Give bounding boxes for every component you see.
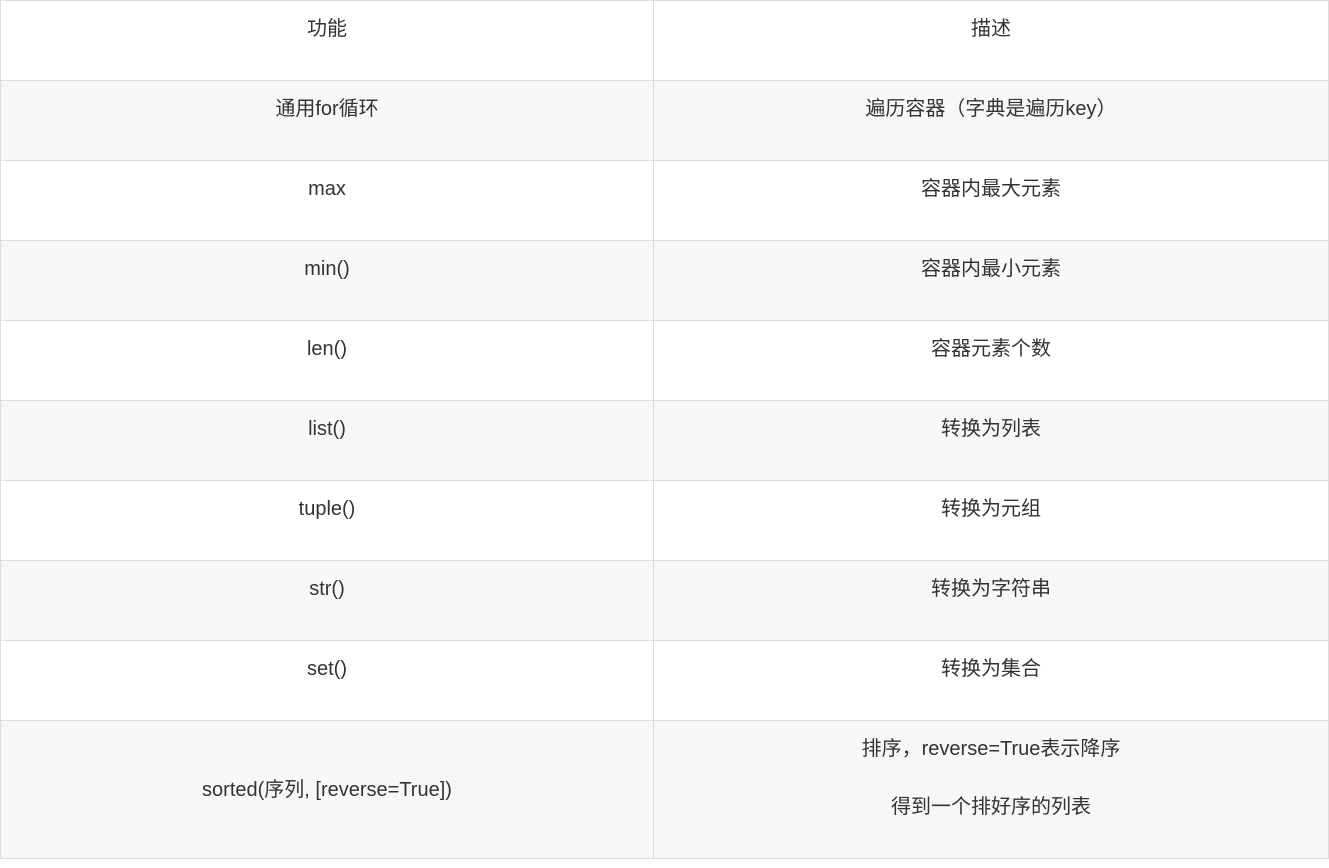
function-description: 转换为元组 [941, 498, 1041, 520]
description-cell: 转换为集合 [653, 640, 1329, 721]
function-description: 容器内最小元素 [921, 258, 1061, 280]
description-cell: 排序，reverse=True表示降序 得到一个排好序的列表 [653, 720, 1329, 859]
description-cell: 容器元素个数 [653, 320, 1329, 401]
function-name: min() [304, 258, 350, 280]
function-description-line: 排序，reverse=True表示降序 [861, 738, 1121, 760]
table-row: max 容器内最大元素 [0, 160, 1329, 241]
table-row: 通用for循环 遍历容器（字典是遍历key） [0, 80, 1329, 161]
function-cell: min() [0, 240, 654, 321]
function-cell: str() [0, 560, 654, 641]
table-row: sorted(序列, [reverse=True]) 排序，reverse=Tr… [0, 720, 1329, 859]
description-cell: 容器内最大元素 [653, 160, 1329, 241]
description-cell: 转换为字符串 [653, 560, 1329, 641]
function-name: str() [309, 578, 345, 600]
description-cell: 遍历容器（字典是遍历key） [653, 80, 1329, 161]
header-function: 功能 [0, 0, 654, 81]
table-row: str() 转换为字符串 [0, 560, 1329, 641]
header-function-label: 功能 [307, 18, 347, 40]
function-name: tuple() [298, 498, 356, 520]
function-description-line: 得到一个排好序的列表 [891, 796, 1091, 818]
function-cell: set() [0, 640, 654, 721]
function-description-block: 排序，reverse=True表示降序 得到一个排好序的列表 [654, 721, 1328, 819]
table-row: list() 转换为列表 [0, 400, 1329, 481]
table-header-row: 功能 描述 [0, 0, 1329, 81]
function-name: sorted(序列, [reverse=True]) [202, 778, 452, 801]
function-cell: 通用for循环 [0, 80, 654, 161]
function-cell: tuple() [0, 480, 654, 561]
function-name: set() [307, 658, 347, 680]
header-description-label: 描述 [971, 18, 1011, 40]
function-description: 转换为字符串 [931, 578, 1051, 600]
function-description: 转换为列表 [941, 418, 1041, 440]
table-row: tuple() 转换为元组 [0, 480, 1329, 561]
function-name: len() [306, 338, 347, 360]
function-description: 遍历容器（字典是遍历key） [865, 98, 1117, 120]
function-name: list() [308, 418, 346, 440]
table-row: min() 容器内最小元素 [0, 240, 1329, 321]
function-cell: max [0, 160, 654, 241]
header-description: 描述 [653, 0, 1329, 81]
description-cell: 容器内最小元素 [653, 240, 1329, 321]
function-description: 转换为集合 [941, 658, 1041, 680]
function-description: 容器内最大元素 [921, 178, 1061, 200]
function-description: 容器元素个数 [931, 338, 1051, 360]
table-row: len() 容器元素个数 [0, 320, 1329, 401]
function-name: 通用for循环 [275, 98, 379, 120]
description-cell: 转换为列表 [653, 400, 1329, 481]
function-cell: list() [0, 400, 654, 481]
function-name: max [308, 178, 346, 200]
function-cell: sorted(序列, [reverse=True]) [0, 720, 654, 859]
description-cell: 转换为元组 [653, 480, 1329, 561]
table-row: set() 转换为集合 [0, 640, 1329, 721]
function-cell: len() [0, 320, 654, 401]
function-table: 功能 描述 通用for循环 遍历容器（字典是遍历key） max 容器内最大元素… [0, 0, 1329, 859]
